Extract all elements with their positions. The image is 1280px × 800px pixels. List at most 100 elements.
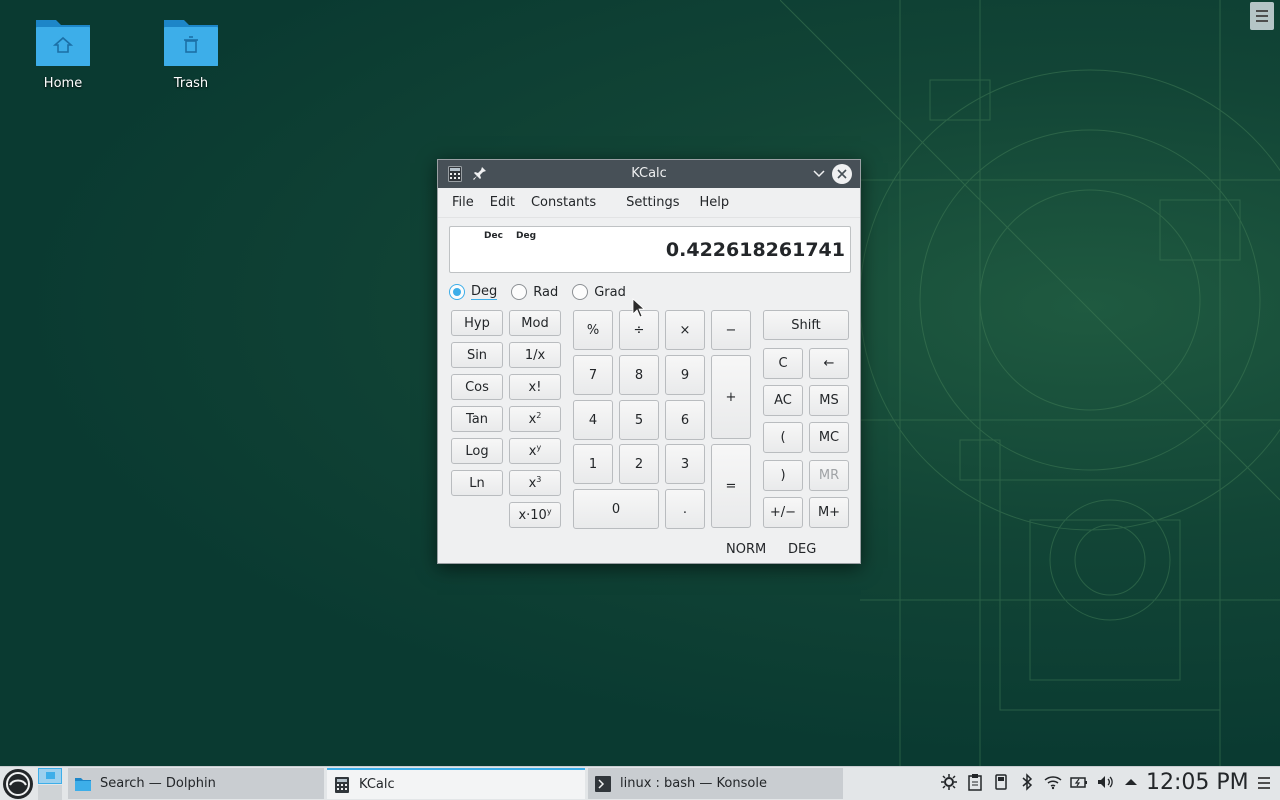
desktop-icon-label: Home [43, 76, 83, 91]
log-button[interactable]: Log [451, 438, 503, 464]
cube-exponent: 3 [536, 474, 542, 484]
status-angle: DEG [788, 542, 817, 557]
ln-button[interactable]: Ln [451, 470, 503, 496]
task-kcalc[interactable]: KCalc [327, 768, 585, 799]
battery-icon[interactable] [1070, 773, 1088, 791]
konsole-icon [595, 775, 611, 792]
base-indicator: Dec [484, 231, 503, 241]
radio-indicator[interactable] [572, 284, 589, 300]
desktop-icon-home[interactable]: Home [18, 2, 108, 91]
angle-rad-label: Rad [533, 284, 559, 300]
angle-grad-radio[interactable]: Grad [572, 284, 626, 300]
desktop-1-thumbnail[interactable] [38, 768, 62, 784]
digit-0-button[interactable]: 0 [573, 489, 659, 529]
application-launcher-icon[interactable] [2, 768, 34, 800]
decimal-button[interactable]: . [665, 489, 705, 529]
memory-add-button[interactable]: M+ [809, 497, 849, 528]
power-base: x [528, 443, 537, 459]
clear-button[interactable]: C [763, 348, 803, 379]
calculator-display: Dec Deg 0.422618261741 [449, 226, 851, 273]
hyp-button[interactable]: Hyp [451, 310, 503, 336]
status-mode: NORM [726, 542, 767, 557]
menu-edit[interactable]: Edit [482, 195, 523, 210]
cos-button[interactable]: Cos [451, 374, 503, 400]
angle-rad-radio[interactable]: Rad [511, 284, 558, 300]
clipboard-icon[interactable] [966, 773, 984, 791]
power-button[interactable]: xy [509, 438, 561, 464]
close-paren-button[interactable]: ) [763, 460, 803, 491]
digit-6-button[interactable]: 6 [665, 400, 705, 440]
shift-button[interactable]: Shift [763, 310, 849, 340]
sin-button[interactable]: Sin [451, 342, 503, 368]
desktop-icon-trash[interactable]: Trash [146, 2, 236, 91]
virtual-desktop-pager[interactable] [38, 768, 62, 800]
minus-button[interactable]: − [711, 310, 751, 350]
square-base: x [528, 411, 537, 427]
trash-folder-icon [162, 14, 220, 68]
task-konsole[interactable]: linux : bash — Konsole [588, 768, 843, 799]
radio-indicator[interactable] [511, 284, 528, 300]
square-button[interactable]: x2 [509, 406, 561, 432]
task-dolphin[interactable]: Search — Dolphin [68, 768, 324, 799]
digit-7-button[interactable]: 7 [573, 355, 613, 395]
minimize-chevron-icon[interactable] [812, 167, 826, 181]
angle-deg-radio[interactable]: Deg [449, 284, 498, 300]
desktop-2-thumbnail[interactable] [38, 785, 62, 800]
kcalc-icon [335, 776, 349, 793]
all-clear-button[interactable]: AC [763, 385, 803, 416]
menu-constants[interactable]: Constants [523, 195, 604, 210]
digit-5-button[interactable]: 5 [619, 400, 659, 440]
wifi-icon[interactable] [1044, 773, 1062, 791]
square-exponent: 2 [536, 410, 542, 420]
expand-tray-arrow-icon[interactable] [1122, 773, 1140, 791]
memory-clear-button[interactable]: MC [809, 422, 849, 453]
mod-button[interactable]: Mod [509, 310, 561, 336]
digit-4-button[interactable]: 4 [573, 400, 613, 440]
digit-9-button[interactable]: 9 [665, 355, 705, 395]
reciprocal-button[interactable]: 1/x [509, 342, 561, 368]
multiply-button[interactable]: × [665, 310, 705, 350]
volume-icon[interactable] [1096, 773, 1114, 791]
plus-button[interactable]: + [711, 355, 751, 439]
exp10-button[interactable]: x·10 y [509, 502, 561, 528]
display-value: 0.422618261741 [665, 239, 845, 261]
angle-grad-label: Grad [594, 284, 626, 300]
kcalc-window: KCalc File Edit Constants Settings Help … [437, 159, 861, 564]
mouse-cursor-icon [632, 298, 646, 318]
desktop-toolbox-menu-icon[interactable] [1250, 2, 1274, 30]
percent-button[interactable]: % [573, 310, 613, 350]
task-label: KCalc [359, 777, 395, 792]
memory-recall-button[interactable]: MR [809, 460, 849, 491]
window-titlebar[interactable]: KCalc [438, 160, 860, 188]
task-label: Search — Dolphin [100, 776, 216, 791]
system-tray [940, 773, 1148, 791]
window-title: KCalc [631, 166, 667, 181]
tan-button[interactable]: Tan [451, 406, 503, 432]
memory-store-button[interactable]: MS [809, 385, 849, 416]
menu-file[interactable]: File [444, 195, 482, 210]
open-paren-button[interactable]: ( [763, 422, 803, 453]
backspace-button[interactable]: ← [809, 348, 849, 379]
digit-2-button[interactable]: 2 [619, 444, 659, 484]
power-exponent: y [536, 442, 542, 452]
bluetooth-icon[interactable] [1018, 773, 1036, 791]
device-notifier-icon[interactable] [992, 773, 1010, 791]
sign-toggle-button[interactable]: +/− [763, 497, 803, 528]
factorial-button[interactable]: x! [509, 374, 561, 400]
digit-8-button[interactable]: 8 [619, 355, 659, 395]
home-folder-icon [34, 14, 92, 68]
cube-button[interactable]: x3 [509, 470, 561, 496]
panel-options-menu-icon[interactable] [1258, 777, 1270, 789]
close-icon[interactable] [832, 164, 852, 184]
radio-indicator[interactable] [449, 284, 465, 300]
angle-deg-label: Deg [471, 284, 498, 300]
digit-3-button[interactable]: 3 [665, 444, 705, 484]
cube-base: x [528, 475, 537, 491]
menu-help[interactable]: Help [692, 195, 738, 210]
menu-settings[interactable]: Settings [618, 195, 687, 210]
digit-1-button[interactable]: 1 [573, 444, 613, 484]
angle-indicator: Deg [516, 231, 537, 241]
equals-button[interactable]: = [711, 444, 751, 528]
digital-clock[interactable]: 12:05 PM [1146, 770, 1249, 795]
system-settings-icon[interactable] [940, 773, 958, 791]
